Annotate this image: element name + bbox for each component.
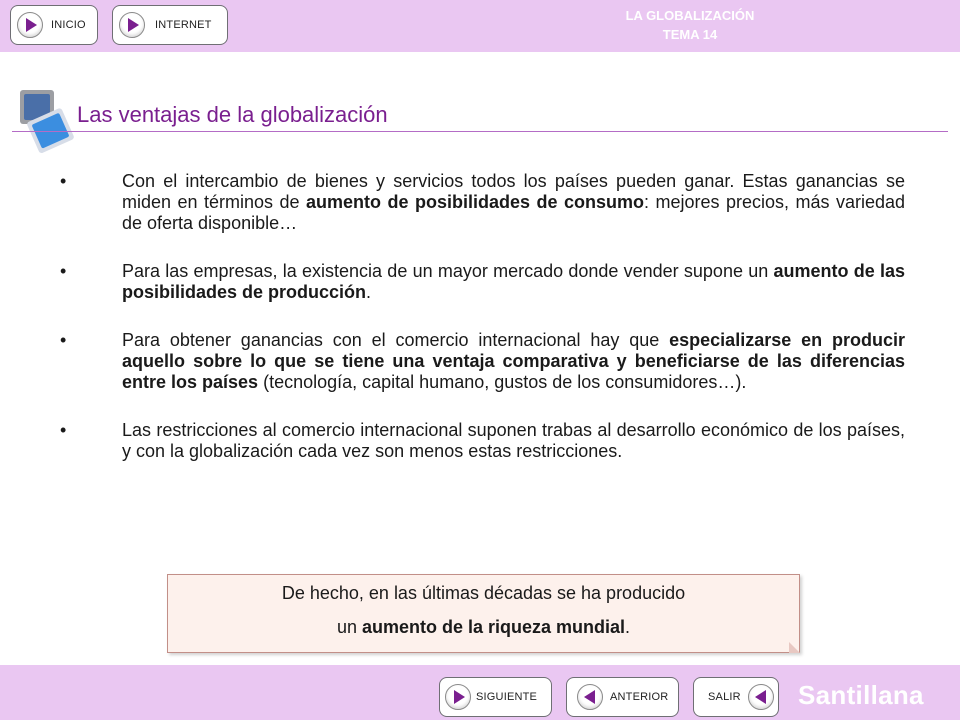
play-left-icon xyxy=(748,684,774,710)
slide-title-icon xyxy=(20,90,74,153)
course-title-line2: TEMA 14 xyxy=(662,27,718,42)
brand-logo: Santillana xyxy=(798,680,924,710)
slide-title: Las ventajas de la globalización xyxy=(77,102,388,127)
play-right-icon xyxy=(445,684,471,710)
note-line1: De hecho, en las últimas décadas se ha p… xyxy=(281,583,686,603)
course-title: LA GLOBALIZACIÓN TEMA 14 xyxy=(560,6,820,44)
inicio-label: INICIO xyxy=(51,19,86,31)
bullet-marker: • xyxy=(60,261,67,281)
siguiente-label: SIGUIENTE xyxy=(476,691,538,703)
bullet-marker: • xyxy=(60,420,67,440)
bullet-item: • Para obtener ganancias con el comercio… xyxy=(60,330,905,393)
bullet-item: • Las restricciones al comercio internac… xyxy=(60,420,905,462)
inicio-button[interactable]: INICIO xyxy=(10,5,98,45)
bullet-text: Para obtener ganancias con el comercio i… xyxy=(122,330,670,350)
siguiente-button[interactable]: SIGUIENTE xyxy=(439,677,552,717)
bullet-item: • Con el intercambio de bienes y servici… xyxy=(60,171,905,234)
note-line2-pre: un xyxy=(336,617,362,637)
anterior-button[interactable]: ANTERIOR xyxy=(566,677,679,717)
bullet-marker: • xyxy=(60,171,67,191)
bullet-text: . xyxy=(366,282,372,302)
bullet-list: • Con el intercambio de bienes y servici… xyxy=(60,171,905,489)
anterior-label: ANTERIOR xyxy=(610,691,669,703)
bullet-marker: • xyxy=(60,330,67,350)
note-box: De hecho, en las últimas décadas se ha p… xyxy=(167,574,800,653)
bullet-emphasis: aumento de posibilidades de consumo xyxy=(306,192,644,212)
title-divider xyxy=(12,131,948,132)
bullet-text: Para las empresas, la existencia de un m… xyxy=(122,261,774,281)
note-line2-post: . xyxy=(625,617,631,637)
course-title-line1: LA GLOBALIZACIÓN xyxy=(625,8,755,23)
bullet-item: • Para las empresas, la existencia de un… xyxy=(60,261,905,303)
play-right-icon xyxy=(17,12,43,38)
bullet-text: Las restricciones al comercio internacio… xyxy=(122,420,905,461)
salir-label: SALIR xyxy=(708,691,741,703)
salir-button[interactable]: SALIR xyxy=(693,677,779,717)
page-fold-corner xyxy=(789,642,800,653)
internet-label: INTERNET xyxy=(155,19,212,31)
bullet-text: (tecnología, capital humano, gustos de l… xyxy=(258,372,747,392)
play-right-icon xyxy=(119,12,145,38)
play-left-icon xyxy=(577,684,603,710)
note-line2: un aumento de la riqueza mundial. xyxy=(168,617,799,638)
internet-button[interactable]: INTERNET xyxy=(112,5,228,45)
note-emphasis: aumento de la riqueza mundial xyxy=(361,617,626,637)
